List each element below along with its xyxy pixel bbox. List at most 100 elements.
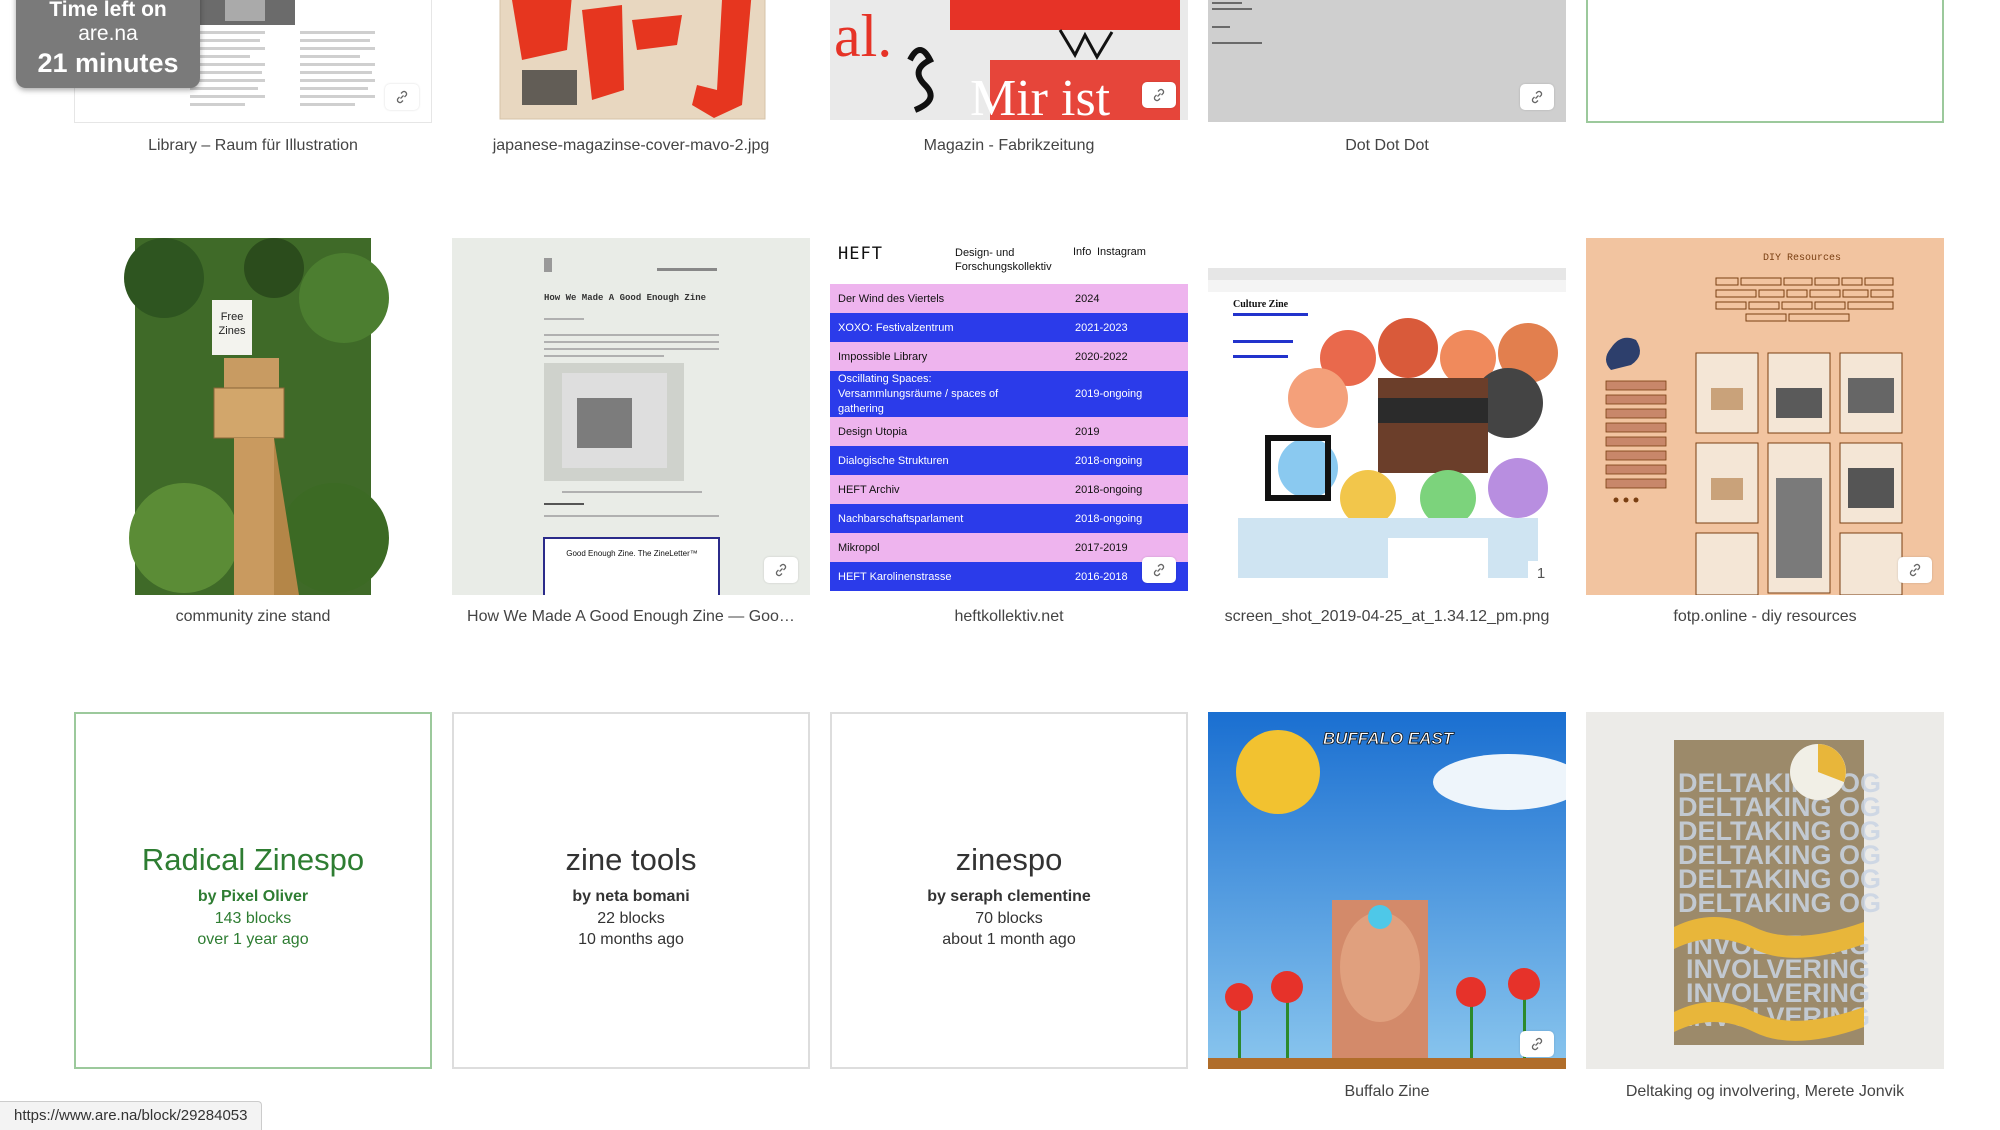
cover-title: BUFFALO EAST (1323, 729, 1455, 748)
heft-project-year: 2024 (1075, 292, 1100, 305)
heft-project-name: XOXO: Festivalzentrum (838, 321, 954, 334)
channel-radical-zinespo[interactable]: Radical Zinespo by Pixel Oliver 143 bloc… (74, 712, 432, 1069)
cover-line-1: DELTAKING OG (1678, 888, 1881, 918)
heft-project-row[interactable]: XOXO: Festivalzentrum 2021-2023 (830, 313, 1188, 342)
heft-project-year: 2017-2019 (1075, 541, 1128, 554)
block-caption[interactable]: fotp.online - diy resources (1576, 608, 1954, 626)
heft-project-row[interactable]: Impossible Library 2020-2022 (830, 342, 1188, 371)
blog-post-thumbnail: How We Made A Good Enough Zine Good Enou… (452, 238, 810, 595)
channel-zinespo[interactable]: zinespo by seraph clementine 70 blocks a… (830, 712, 1188, 1069)
zine-stand-photo: Free Zines (124, 238, 389, 595)
timer-site: are.na (78, 22, 138, 45)
link-icon[interactable] (1520, 1031, 1554, 1057)
block-caption[interactable]: Deltaking og involvering, Merete Jonvik (1576, 1083, 1954, 1101)
heft-project-row[interactable]: Nachbarschaftsparlament 2018-ongoing (830, 504, 1188, 533)
heft-project-row[interactable]: Mikropol 2017-2019 (830, 533, 1188, 562)
block-community-zine-stand[interactable]: Free Zines (74, 238, 432, 595)
heft-project-year: 2016-2018 (1075, 570, 1128, 583)
website-thumbnail (1212, 2, 1262, 44)
deltaking-cover: DELTAKING OG DELTAKING OG DELTAKING OG D… (1586, 712, 1944, 1069)
link-icon[interactable] (1898, 557, 1932, 583)
timer-remaining: 21 minutes (37, 48, 179, 78)
channel-author[interactable]: by neta bomani (454, 888, 808, 906)
poster-text-mir-ist: Mir ist (970, 70, 1111, 120)
block-caption[interactable]: Magazin - Fabrikzeitung (820, 137, 1198, 155)
block-caption[interactable]: japanese-magazinse-cover-mavo-2.jpg (442, 137, 820, 155)
block-caption[interactable]: screen_shot_2019-04-25_at_1.34.12_pm.png (1198, 608, 1576, 626)
heft-project-name: Design Utopia (838, 425, 908, 438)
heft-project-list: Der Wind des Viertels 2024 XOXO: Festivalz… (830, 284, 1188, 591)
channel-title: zine tools (565, 842, 697, 877)
channel-updated: about 1 month ago (942, 931, 1076, 948)
block-fabrikzeitung-image[interactable]: al. Mir ist (830, 0, 1188, 120)
channel-author[interactable]: by seraph clementine (832, 888, 1186, 906)
block-heftkollektiv[interactable]: HEFT Design- und Forschungskollektiv Inf… (830, 238, 1188, 595)
heft-project-year: 2019-ongoing (1075, 388, 1143, 400)
heft-project-row[interactable]: Design Utopia 2019 (830, 417, 1188, 446)
channel-block-partial[interactable] (1586, 0, 1944, 123)
link-icon[interactable] (1142, 82, 1176, 108)
svg-text:Zines: Zines (219, 325, 246, 337)
time-left-overlay: Time left on are.na 21 minutes (16, 0, 200, 88)
block-caption[interactable]: Dot Dot Dot (1198, 137, 1576, 155)
heft-project-name: HEFT Karolinenstrasse (838, 570, 952, 583)
block-caption[interactable]: Library – Raum für Illustration (64, 137, 442, 155)
heft-project-row[interactable]: Dialogische Strukturen 2018-ongoing (830, 446, 1188, 475)
link-icon[interactable] (1520, 84, 1554, 110)
block-caption[interactable]: heftkollektiv.net (820, 608, 1198, 626)
heft-instagram-link[interactable]: Instagram (1097, 246, 1146, 258)
heft-header: HEFT Design- und Forschungskollektiv Inf… (830, 238, 1188, 284)
block-deltaking-og-involvering[interactable]: DELTAKING OG DELTAKING OG DELTAKING OG D… (1586, 712, 1944, 1069)
heft-project-name: Nachbarschaftsparlament (838, 512, 964, 525)
heft-project-name: Oscillating Spaces: Versammlungsräume / … (838, 372, 999, 415)
block-buffalo-zine[interactable]: BUFFALO EAST (1208, 712, 1566, 1069)
heft-project-row[interactable]: HEFT Archiv 2018-ongoing (830, 475, 1188, 504)
heft-project-year: 2019 (1075, 425, 1100, 438)
newsletter-title: Good Enough Zine. The ZineLetter™ (566, 549, 698, 558)
channel-title: Radical Zinespo (141, 842, 365, 877)
channel-author[interactable]: by Pixel Oliver (76, 888, 430, 906)
screenshot-thumbnail: Culture Zine (1208, 268, 1566, 595)
heft-project-year: 2018-ongoing (1075, 454, 1143, 467)
heft-project-row[interactable]: HEFT Karolinenstrasse 2016-2018 (830, 562, 1188, 591)
block-caption[interactable]: How We Made A Good Enough Zine — Goo… (442, 608, 820, 626)
diy-heading: DIY Resources (1763, 253, 1841, 264)
heft-project-row[interactable]: Der Wind des Viertels 2024 (830, 284, 1188, 313)
block-screenshot-image[interactable]: Culture Zine 1 (1208, 238, 1566, 595)
buffalo-zine-cover: BUFFALO EAST (1208, 712, 1566, 1069)
block-good-enough-zine[interactable]: How We Made A Good Enough Zine Good Enou… (452, 238, 810, 595)
channel-block-count: 22 blocks (597, 910, 665, 927)
heft-project-name: Mikropol (838, 541, 880, 554)
post-heading: How We Made A Good Enough Zine (544, 293, 706, 303)
poster-text-al: al. (834, 3, 892, 69)
heft-project-year: 2020-2022 (1075, 350, 1128, 363)
heft-logo: HEFT (838, 244, 883, 264)
channel-block-count: 70 blocks (975, 910, 1043, 927)
svg-text:Free: Free (221, 311, 244, 323)
heft-info-link[interactable]: Info (1073, 246, 1091, 258)
channel-updated: 10 months ago (578, 931, 684, 948)
heft-project-year: 2021-2023 (1075, 321, 1128, 334)
block-caption[interactable]: Buffalo Zine (1198, 1083, 1576, 1101)
heft-project-name: HEFT Archiv (838, 483, 900, 496)
link-icon[interactable] (1142, 557, 1176, 583)
channel-title: zinespo (955, 842, 1063, 877)
status-bar-url: https://www.are.na/block/29284053 (0, 1101, 263, 1130)
heft-project-year: 2018-ongoing (1075, 483, 1143, 496)
block-caption[interactable]: community zine stand (64, 608, 442, 626)
block-japanese-magazine-image[interactable] (452, 0, 810, 121)
block-diy-resources[interactable]: DIY Resources (1586, 238, 1944, 595)
heft-project-row[interactable]: Oscillating Spaces: Versammlungsräume / … (830, 371, 1188, 417)
link-icon[interactable] (764, 557, 798, 583)
heft-tagline: Design- und Forschungskollektiv (955, 247, 1052, 273)
heft-project-year: 2018-ongoing (1075, 512, 1143, 525)
channel-block-count: 143 blocks (214, 910, 292, 927)
channel-updated: over 1 year ago (197, 931, 309, 948)
poster-image: al. Mir ist (830, 0, 1188, 120)
image-count-badge: 1 (1528, 561, 1554, 585)
magazine-cover-image (499, 0, 766, 120)
link-icon[interactable] (385, 84, 419, 110)
block-dot-dot-dot[interactable] (1208, 0, 1566, 122)
channel-zine-tools[interactable]: zine tools by neta bomani 22 blocks 10 m… (452, 712, 810, 1069)
heft-project-name: Der Wind des Viertels (838, 292, 945, 305)
